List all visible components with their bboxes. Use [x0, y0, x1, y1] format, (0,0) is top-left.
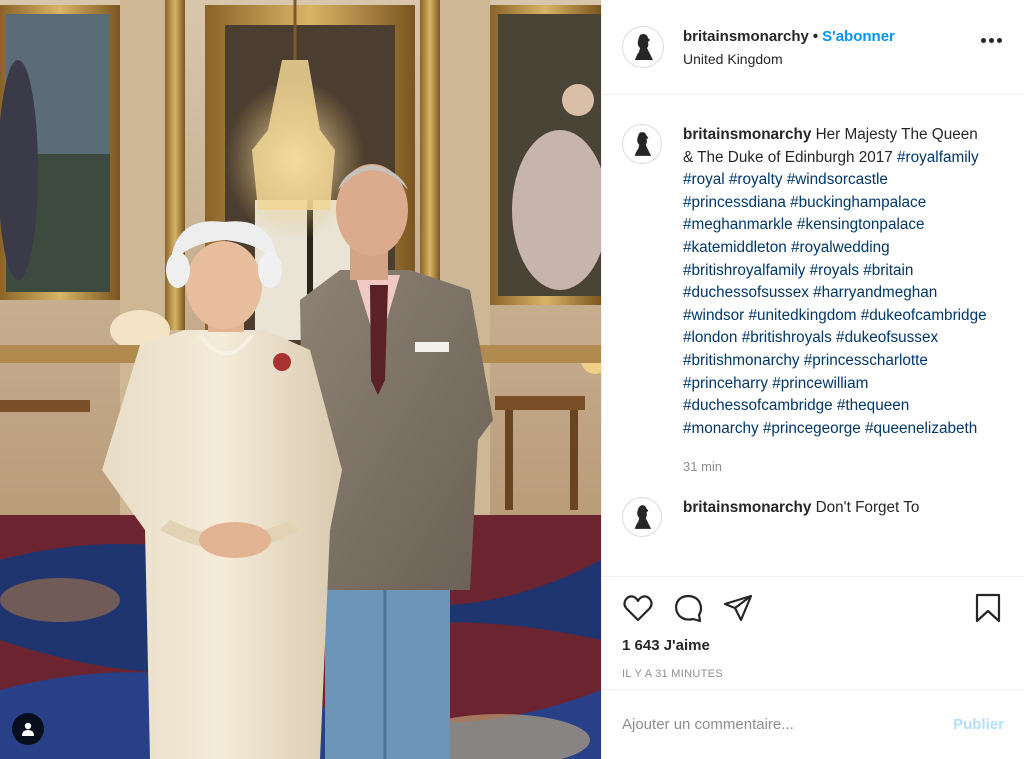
- comment-item: britainsmonarchy Don't Forget To: [602, 479, 1024, 537]
- post-header: britainsmonarchy • S'abonner United Kingdo…: [602, 0, 1024, 95]
- post-author-username[interactable]: britainsmonarchy: [683, 28, 809, 45]
- queen-silhouette-icon: [634, 504, 652, 529]
- comment-input[interactable]: [622, 716, 954, 733]
- caption-timestamp: 31 min: [683, 459, 723, 475]
- avatar[interactable]: [622, 26, 664, 68]
- more-options-icon[interactable]: [981, 38, 1002, 43]
- comment-button[interactable]: [672, 592, 704, 624]
- user-icon: [22, 722, 34, 736]
- comment-username[interactable]: britainsmonarchy: [683, 499, 811, 516]
- follow-button[interactable]: S'abonner: [822, 28, 895, 45]
- like-button[interactable]: [622, 592, 654, 624]
- publish-button[interactable]: Publier: [953, 716, 1004, 733]
- save-button[interactable]: [972, 592, 1004, 624]
- comment-text: Don't Forget To: [815, 498, 920, 516]
- paper-plane-icon: [723, 594, 753, 622]
- post-location[interactable]: United Kingdom: [683, 51, 895, 67]
- avatar[interactable]: [622, 124, 662, 164]
- comments-section[interactable]: britainsmonarchy Her Majesty The Queen &…: [602, 96, 1024, 576]
- post-timestamp: IL Y A 31 MINUTES: [622, 668, 723, 680]
- bookmark-icon: [975, 593, 1001, 623]
- post-caption: britainsmonarchy Her Majesty The Queen &…: [602, 96, 1024, 479]
- avatar[interactable]: [622, 496, 662, 537]
- caption-username[interactable]: britainsmonarchy: [683, 126, 811, 143]
- add-comment-bar: Publier: [602, 689, 1024, 759]
- heart-icon: [623, 595, 653, 622]
- post-side-panel: britainsmonarchy • S'abonner United Kingdo…: [601, 0, 1024, 759]
- comment-bubble-icon: [675, 594, 703, 623]
- action-icons-row: [602, 577, 1024, 629]
- queen-silhouette-icon: [635, 34, 653, 60]
- tagged-user-button[interactable]: [12, 713, 44, 745]
- post-photo[interactable]: [0, 0, 601, 759]
- share-button[interactable]: [722, 592, 754, 624]
- separator-dot: •: [812, 27, 819, 45]
- likes-count[interactable]: 1 643 J'aime: [602, 629, 1024, 654]
- post-actions: 1 643 J'aime IL Y A 31 MINUTES Publier: [602, 576, 1024, 759]
- queen-silhouette-icon: [634, 132, 652, 156]
- caption-hashtags[interactable]: #royalfamily #royal #royalty #windsorcas…: [683, 149, 987, 437]
- royal-portrait-image: [0, 0, 601, 759]
